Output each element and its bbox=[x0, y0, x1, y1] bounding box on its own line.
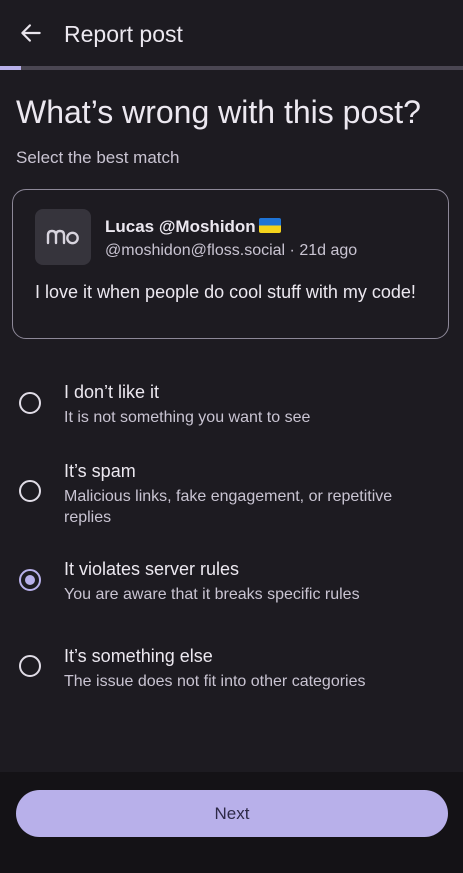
option-dont-like[interactable]: I don’t like it It is not something you … bbox=[0, 380, 463, 440]
radio-button[interactable] bbox=[19, 655, 41, 677]
next-button[interactable]: Next bbox=[16, 790, 448, 837]
question-heading: What’s wrong with this post? bbox=[16, 94, 421, 130]
radio-button[interactable] bbox=[19, 392, 41, 414]
moshidon-logo-icon bbox=[46, 229, 79, 245]
progress-bar bbox=[0, 66, 463, 70]
option-description: You are aware that it breaks specific ru… bbox=[64, 586, 360, 603]
page-title: Report post bbox=[64, 21, 183, 47]
ukraine-flag-icon bbox=[258, 218, 281, 233]
option-description: The issue does not fit into other catego… bbox=[64, 673, 366, 690]
author-name: Lucas @Moshidon bbox=[105, 217, 256, 236]
arrow-back-icon bbox=[21, 24, 41, 42]
option-something-else[interactable]: It’s something else The issue does not f… bbox=[0, 644, 463, 704]
option-spam[interactable]: It’s spam Malicious links, fake engageme… bbox=[0, 459, 463, 529]
bottom-action-bar: Next bbox=[0, 772, 463, 873]
option-violates-rules[interactable]: It violates server rules You are aware t… bbox=[0, 557, 463, 617]
progress-fill bbox=[0, 66, 21, 70]
post-author: Lucas @Moshidon bbox=[105, 216, 281, 238]
option-title: I don’t like it bbox=[64, 382, 160, 402]
question-subheading: Select the best match bbox=[16, 148, 180, 167]
option-description: It is not something you want to see bbox=[64, 409, 311, 426]
report-post-screen: Report post What’s wrong with this post?… bbox=[0, 0, 463, 873]
option-title: It’s something else bbox=[64, 646, 213, 666]
avatar bbox=[35, 209, 91, 265]
option-title: It’s spam bbox=[64, 461, 136, 481]
reported-post-card: Lucas @Moshidon @moshidon@floss.social ·… bbox=[12, 189, 449, 339]
post-content: I love it when people do cool stuff with… bbox=[35, 282, 416, 302]
option-description: Malicious links, fake engagement, or rep… bbox=[64, 488, 393, 526]
top-app-bar: Report post bbox=[0, 0, 463, 66]
radio-button[interactable] bbox=[19, 480, 41, 502]
option-title: It violates server rules bbox=[64, 559, 240, 579]
post-handle-time: @moshidon@floss.social · 21d ago bbox=[105, 242, 358, 259]
back-button[interactable] bbox=[12, 14, 50, 52]
radio-button[interactable] bbox=[19, 569, 41, 591]
